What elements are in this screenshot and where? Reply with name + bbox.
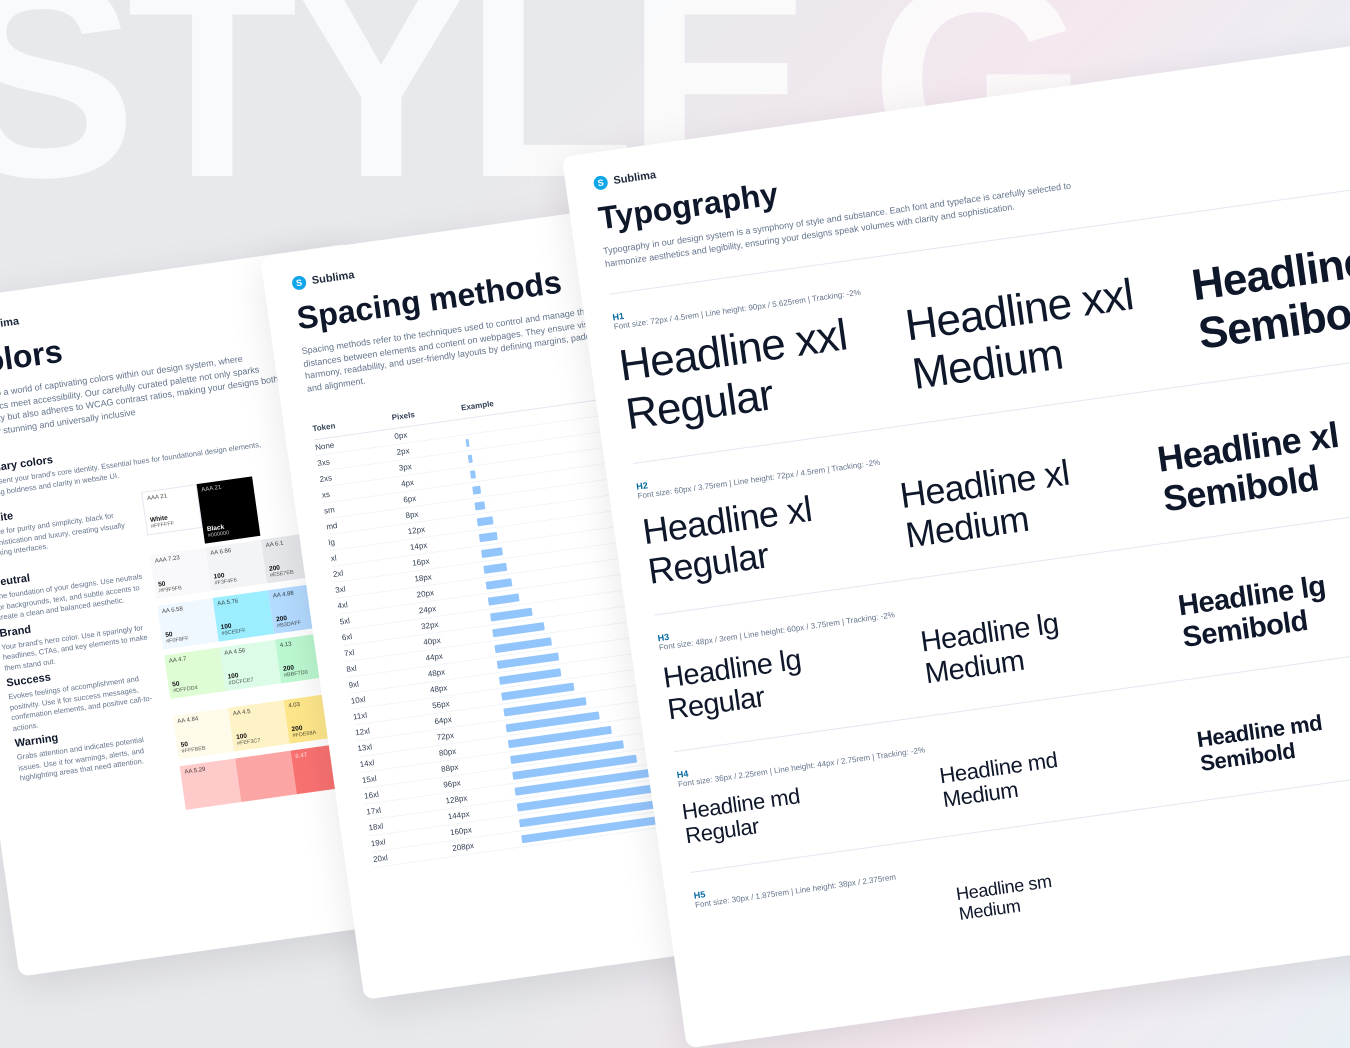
swatch-contrast: AA 5.76 — [217, 595, 265, 608]
type-sample: Headline xxlMedium — [903, 271, 1143, 399]
type-sample: Headline lgSemibold — [1176, 564, 1350, 655]
swatch-hex — [189, 799, 237, 806]
swatch-contrast: AA 5.29 — [184, 763, 232, 776]
color-swatch: AAA 21White#FFFFFF — [141, 485, 203, 536]
swatch-name — [245, 791, 293, 798]
spacing-bar — [481, 547, 503, 558]
type-sample: Headline lgRegular — [661, 636, 868, 727]
brand-name: Sublima — [311, 269, 355, 287]
color-swatch: AA 4.5100#FEF3C7 — [228, 701, 290, 752]
color-swatch: AA 6.86100#F3F4F6 — [206, 540, 268, 591]
spacing-bar — [490, 608, 532, 622]
brand-name: Sublima — [0, 315, 20, 333]
type-sample: Headline xxlSemibold — [1189, 229, 1350, 359]
type-sample: Headline xxlRegular — [616, 312, 856, 440]
color-swatch: AA 4.750#DFFDD4 — [164, 648, 226, 699]
swatch-contrast: AAA 21 — [201, 481, 249, 494]
color-swatch: AA 4.56100#DCFCE7 — [220, 640, 282, 691]
spacing-bar — [470, 470, 476, 479]
type-sample: Headline xlSemibold — [1155, 412, 1350, 518]
swatch-contrast: AA 4.56 — [224, 645, 272, 658]
color-swatch: AA 5.29 — [180, 758, 242, 809]
spacing-bar — [472, 486, 481, 495]
swatch-contrast — [240, 755, 288, 762]
type-sample: Headline lgMedium — [919, 600, 1126, 691]
brand-name: Sublima — [613, 169, 657, 187]
spacing-bar — [477, 516, 494, 526]
spacing-bar — [474, 501, 485, 510]
swatch-contrast: AAA 21 — [147, 490, 193, 502]
color-swatch: AA 6.5850#F0F8FF — [157, 598, 219, 649]
type-sample: Headline xlMedium — [897, 449, 1106, 555]
typography-card: S Sublima Typography Typography in our d… — [562, 32, 1350, 1048]
spacing-bar — [483, 563, 507, 574]
spacing-bar — [468, 454, 473, 462]
swatch-contrast: AA 6.58 — [162, 602, 210, 615]
color-swatch: AA 4.8450#FFFBEB — [173, 708, 235, 759]
swatch-contrast: AA 4.84 — [177, 713, 225, 726]
type-sample: Headline xlRegular — [640, 485, 849, 591]
spacing-bar — [486, 578, 513, 590]
color-swatch — [235, 751, 297, 802]
spacing-bar — [463, 423, 464, 431]
col-pixels: Pixels — [391, 404, 462, 423]
swatch-hex — [245, 791, 293, 798]
swatch-contrast: AA 4.7 — [169, 652, 217, 665]
color-swatch: AAA 7.2350#F9F9FB — [150, 548, 212, 599]
color-swatch: AAA 21Black#000000 — [197, 477, 261, 544]
swatch-contrast: AAA 7.23 — [155, 552, 203, 565]
logo-icon: S — [291, 275, 307, 291]
swatch-contrast: AA 6.86 — [210, 545, 258, 558]
color-swatch: AA 5.76100#9CEEFF — [213, 590, 275, 641]
spacing-bar — [488, 593, 520, 605]
swatch-contrast: AA 4.5 — [233, 705, 281, 718]
swatch-name — [189, 799, 237, 806]
logo-icon: S — [593, 175, 609, 191]
spacing-bar — [465, 439, 469, 447]
spacing-bar — [479, 532, 498, 542]
